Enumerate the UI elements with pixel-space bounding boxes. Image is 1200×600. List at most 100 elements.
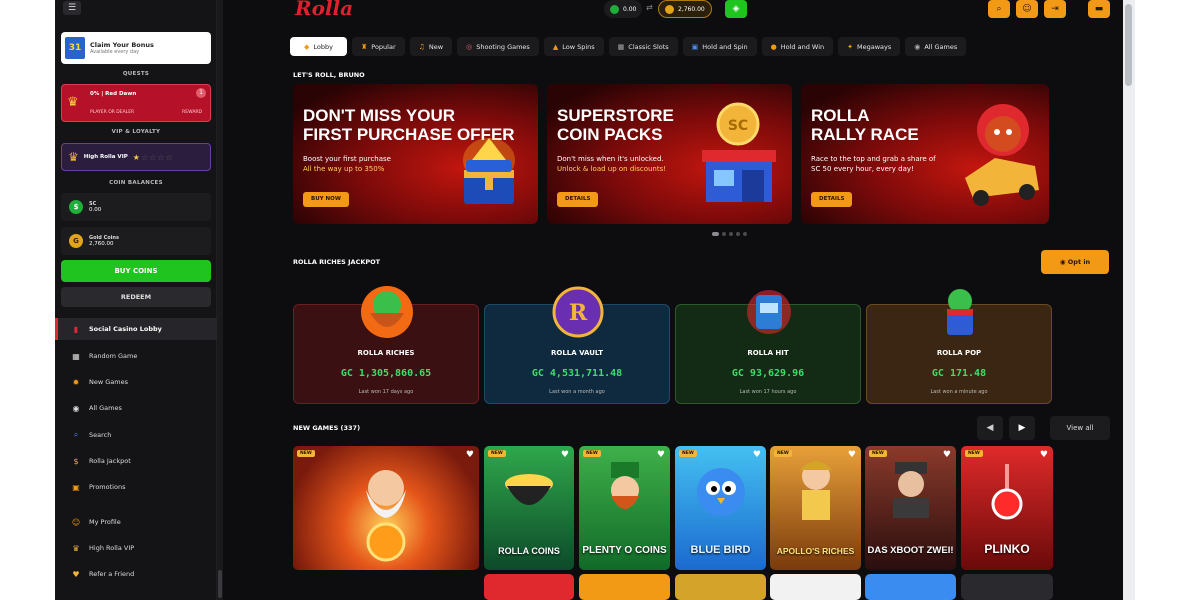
favorite-heart-icon[interactable]: ♥ bbox=[753, 450, 761, 460]
swap-icon[interactable]: ⇄ bbox=[646, 3, 653, 12]
tab-popular[interactable]: ♜ Popular bbox=[351, 37, 405, 56]
chat-icon[interactable]: ▬ bbox=[1088, 0, 1110, 18]
apollo-character-icon bbox=[800, 461, 832, 520]
coin-balances-label: COIN BALANCES bbox=[109, 180, 163, 186]
game-tile-partial[interactable] bbox=[961, 574, 1053, 600]
game-tile-partial[interactable] bbox=[579, 574, 670, 600]
sc-balance-pill[interactable]: 0.00 bbox=[604, 0, 643, 18]
details-button[interactable]: DETAILS bbox=[557, 192, 599, 207]
favorite-heart-icon[interactable]: ♥ bbox=[848, 450, 856, 460]
sc-balance: 0.00 bbox=[623, 5, 637, 13]
banner-sub-1: Boost your first purchase bbox=[303, 155, 391, 163]
tab-hold-and-win[interactable]: ● Hold and Win bbox=[761, 37, 834, 56]
banner-subtext: Don't miss when it's unlocked. Unlock & l… bbox=[557, 154, 687, 174]
view-all-button[interactable]: View all bbox=[1050, 416, 1110, 440]
sidebar-scroll-thumb[interactable] bbox=[218, 570, 222, 598]
profile-icon: ☺ bbox=[71, 517, 81, 527]
page-scrollbar[interactable] bbox=[1123, 0, 1135, 600]
sc-balance-card[interactable]: $ SC 0.00 bbox=[61, 193, 211, 221]
sidebar-item-promotions[interactable]: ▣ Promotions bbox=[55, 476, 217, 498]
vip-card[interactable]: ♛ High Rolla VIP ★☆☆☆☆ bbox=[61, 143, 211, 171]
game-tile-plinko[interactable]: NEW ♥ PLINKO bbox=[961, 446, 1053, 570]
tab-new[interactable]: ♫ New bbox=[409, 37, 453, 56]
tab-low-spins[interactable]: ▲ Low Spins bbox=[543, 37, 604, 56]
quest-card[interactable]: ♛ 0% | Red Dawn PLAYER OR DEALER REWARD … bbox=[61, 84, 211, 122]
banner-rally-race[interactable]: ROLLA RALLY RACE Race to the top and grab… bbox=[801, 84, 1049, 224]
game-tile-rolla-coins[interactable]: NEW ♥ ROLLA COINS bbox=[484, 446, 574, 570]
page-scroll-thumb[interactable] bbox=[1125, 4, 1132, 86]
sidebar-item-new-games[interactable]: ✹ New Games bbox=[55, 371, 217, 393]
sidebar-item-all-games[interactable]: ◉ All Games bbox=[55, 397, 217, 419]
flame-icon: ▲ bbox=[552, 42, 559, 51]
sidebar-item-high-rolla-vip[interactable]: ♛ High Rolla VIP bbox=[55, 537, 217, 559]
favorite-heart-icon[interactable]: ♥ bbox=[466, 450, 474, 460]
game-tile-zeus[interactable]: NEW ♥ bbox=[293, 446, 479, 570]
buy-now-button[interactable]: BUY NOW bbox=[303, 192, 349, 207]
jackpot-card-rolla-riches[interactable]: ROLLA RICHES GC 1,305,860.65 Last won 17… bbox=[293, 286, 479, 404]
sidebar-scrollbar[interactable] bbox=[217, 0, 223, 600]
jackpot-card-rolla-hit[interactable]: ROLLA HIT GC 93,629.96 Last won 17 hours… bbox=[675, 290, 861, 404]
tab-lobby[interactable]: ◆ Lobby bbox=[290, 37, 347, 56]
favorite-heart-icon[interactable]: ♥ bbox=[943, 450, 951, 460]
tab-hold-and-spin[interactable]: ▣ Hold and Spin bbox=[682, 37, 757, 56]
game-title: PLINKO bbox=[984, 542, 1030, 556]
prev-arrow-icon[interactable]: ◀ bbox=[977, 416, 1003, 440]
sidebar-item-rolla-jackpot[interactable]: $ Rolla Jackpot bbox=[55, 450, 217, 472]
sidebar-item-my-profile[interactable]: ☺ My Profile bbox=[55, 511, 217, 533]
fire-icon: ✹ bbox=[72, 377, 80, 387]
carousel-dot[interactable] bbox=[722, 232, 726, 236]
favorite-heart-icon[interactable]: ♥ bbox=[561, 450, 569, 460]
buy-coins-icon-button[interactable]: ◈ bbox=[725, 0, 747, 18]
game-tile-partial[interactable] bbox=[770, 574, 861, 600]
game-tile-apollos-riches[interactable]: NEW ♥ APOLLO'S RICHES bbox=[770, 446, 861, 570]
gc-balance-card[interactable]: G Gold Coins 2,760.00 bbox=[61, 227, 211, 255]
rolla-logo[interactable]: Rolla bbox=[295, 0, 353, 20]
logout-icon[interactable]: ⇥ bbox=[1044, 0, 1066, 18]
banner-headline-2: RALLY RACE bbox=[811, 125, 919, 144]
carousel-dot[interactable] bbox=[743, 232, 747, 236]
jackpot-card-rolla-pop[interactable]: ROLLA POP GC 171.48 Last won a minute ag… bbox=[866, 289, 1052, 404]
app-window: ☰ 31 Claim Your Bonus Available every da… bbox=[55, 0, 1135, 600]
sidebar-item-search[interactable]: ⌕ Search bbox=[55, 424, 217, 446]
quest-count-badge: 1 bbox=[196, 88, 206, 98]
lobby-icon: ▮ bbox=[73, 324, 79, 334]
vip-stars-empty: ☆☆☆☆ bbox=[140, 152, 174, 162]
sidebar-item-refer-a-friend[interactable]: ♥ Refer a Friend bbox=[55, 563, 217, 585]
sidebar-item-lobby[interactable]: ▮ Social Casino Lobby bbox=[55, 318, 217, 340]
tab-label: Popular bbox=[371, 42, 396, 51]
carousel-dot[interactable] bbox=[712, 232, 719, 236]
jackpot-card-rolla-vault[interactable]: R ROLLA VAULT GC 4,531,711.48 Last won a… bbox=[484, 286, 670, 404]
game-tile-plenty-o-coins[interactable]: NEW ♥ PLENTY O COINS bbox=[579, 446, 670, 570]
carousel-dot[interactable] bbox=[729, 232, 733, 236]
banner-first-purchase[interactable]: DON'T MISS YOUR FIRST PURCHASE OFFER Boos… bbox=[293, 84, 538, 224]
next-arrow-icon[interactable]: ▶ bbox=[1009, 416, 1035, 440]
carousel-dot[interactable] bbox=[736, 232, 740, 236]
game-tile-das-xboot-zwei[interactable]: NEW ♥ DAS XBOOT ZWEI! bbox=[865, 446, 956, 570]
details-button[interactable]: DETAILS bbox=[811, 192, 853, 207]
favorite-heart-icon[interactable]: ♥ bbox=[1040, 450, 1048, 460]
tab-label: Megaways bbox=[857, 42, 892, 51]
banner-superstore[interactable]: SUPERSTORE COIN PACKS Don't miss when it'… bbox=[547, 84, 792, 224]
menu-icon[interactable]: ☰ bbox=[63, 1, 81, 15]
tab-shooting-games[interactable]: ◎ Shooting Games bbox=[457, 37, 539, 56]
tab-all-games[interactable]: ◉ All Games bbox=[905, 37, 967, 56]
slots-icon: ▦ bbox=[617, 42, 625, 51]
sidebar-item-random-game[interactable]: ▦ Random Game bbox=[55, 345, 217, 367]
profile-icon[interactable]: ☺ bbox=[1016, 0, 1038, 18]
banner-headline: ROLLA RALLY RACE bbox=[811, 106, 919, 144]
game-tile-partial[interactable] bbox=[675, 574, 766, 600]
claim-bonus-button[interactable]: 31 Claim Your Bonus Available every day bbox=[61, 32, 211, 64]
game-title: PLENTY O COINS bbox=[582, 545, 667, 556]
tab-megaways[interactable]: ✦ Megaways bbox=[838, 37, 901, 56]
buy-coins-button[interactable]: BUY COINS bbox=[61, 260, 211, 282]
tab-classic-slots[interactable]: ▦ Classic Slots bbox=[608, 37, 678, 56]
game-tile-partial[interactable] bbox=[484, 574, 574, 600]
redeem-button[interactable]: REDEEM bbox=[61, 287, 211, 307]
opt-in-button[interactable]: ◉ Opt in bbox=[1041, 250, 1109, 274]
search-icon[interactable]: ⌕ bbox=[988, 0, 1010, 18]
game-tile-partial[interactable] bbox=[865, 574, 956, 600]
gc-balance-pill[interactable]: 2,760.00 bbox=[658, 0, 712, 18]
favorite-heart-icon[interactable]: ♥ bbox=[657, 450, 665, 460]
heart-icon: ♥ bbox=[72, 569, 80, 579]
game-tile-blue-bird[interactable]: NEW ♥ BLUE BIRD bbox=[675, 446, 766, 570]
